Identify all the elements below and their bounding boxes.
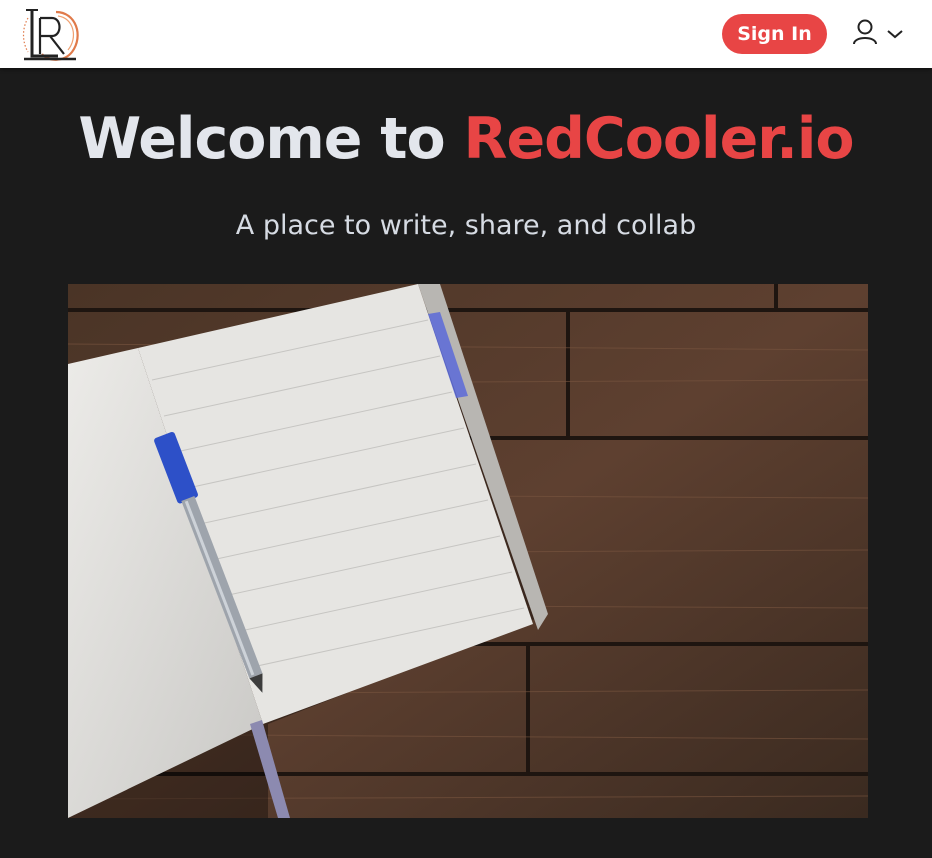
- title-brand: RedCooler.io: [463, 106, 855, 172]
- chevron-down-icon: [886, 25, 904, 44]
- hero-image: [68, 284, 868, 818]
- logo-graphic: [22, 9, 79, 61]
- page-title: Welcome to RedCooler.io: [0, 104, 932, 174]
- main-content: Welcome to RedCooler.io A place to write…: [0, 68, 932, 858]
- title-prefix: Welcome to: [78, 106, 464, 172]
- redcooler-logo[interactable]: [18, 6, 82, 62]
- top-navigation-bar: Sign In: [0, 0, 932, 68]
- user-icon: [852, 18, 878, 50]
- sign-in-button[interactable]: Sign In: [722, 14, 827, 54]
- user-account-menu[interactable]: [852, 18, 912, 50]
- page-tagline: A place to write, share, and collab: [235, 210, 697, 241]
